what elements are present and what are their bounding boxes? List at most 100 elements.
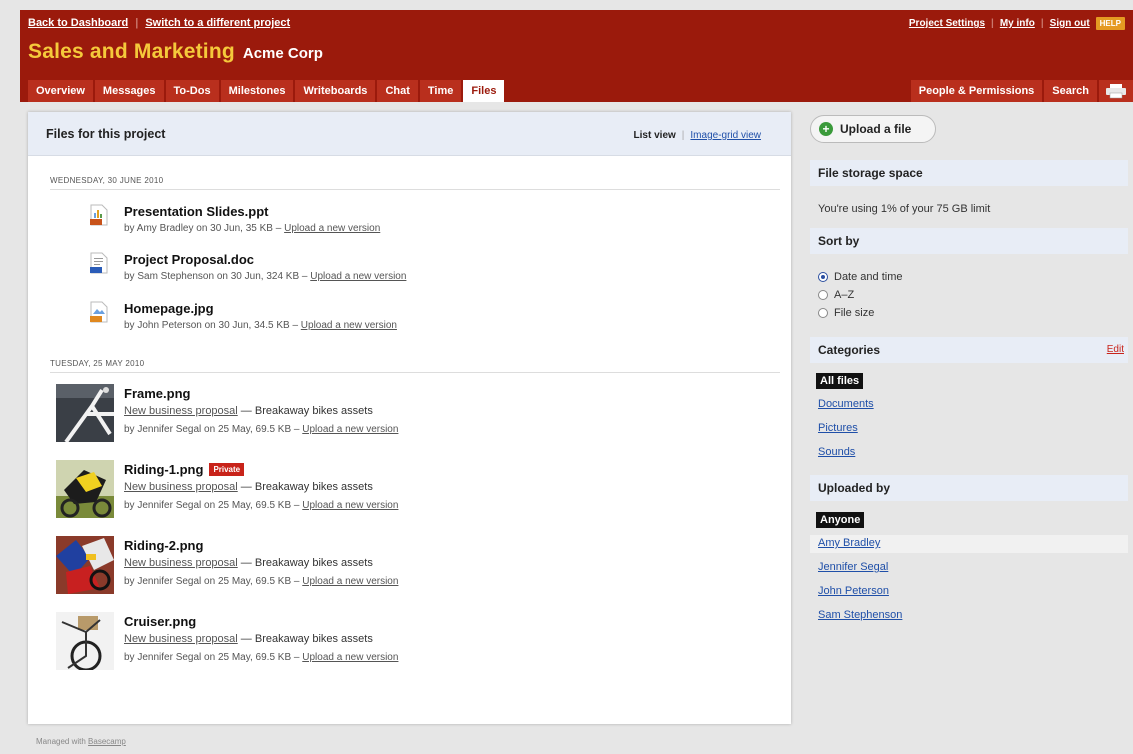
upload-file-button[interactable]: + Upload a file [810, 115, 936, 143]
file-meta: by Jennifer Segal on 25 May, 69.5 KB – U… [124, 424, 398, 435]
tab-chat[interactable]: Chat [377, 80, 418, 102]
tab-todos[interactable]: To-Dos [165, 80, 219, 102]
tab-files[interactable]: Files [463, 80, 505, 102]
tabs-right: People & Permissions Search [910, 80, 1133, 102]
upload-new-version-link[interactable]: Upload a new version [302, 500, 398, 511]
top-nav-left: Back to Dashboard | Switch to a differen… [28, 17, 290, 29]
view-switch: List view | Image-grid view [634, 130, 761, 141]
file-name-link[interactable]: Riding-2.png [124, 538, 203, 553]
tab-overview[interactable]: Overview [28, 80, 93, 102]
file-meta-text: by Jennifer Segal on 25 May, 69.5 KB – [124, 576, 300, 587]
separator: | [681, 130, 685, 141]
categories-heading: Categories Edit [810, 337, 1128, 363]
list-item: Presentation Slides.ppt by Amy Bradley o… [28, 202, 768, 242]
ppt-icon [90, 204, 108, 226]
file-name-link[interactable]: Project Proposal.doc [124, 252, 254, 267]
list-item: Frame.png New business proposal — Breaka… [28, 384, 768, 446]
radio-selected[interactable] [818, 272, 828, 282]
file-meta: by Sam Stephenson on 30 Jun, 324 KB – Up… [124, 271, 406, 282]
sort-option-size[interactable]: File size [818, 307, 874, 319]
upload-new-version-link[interactable]: Upload a new version [284, 223, 380, 234]
upload-new-version-link[interactable]: Upload a new version [302, 424, 398, 435]
category-pictures[interactable]: Pictures [818, 422, 858, 434]
footer-text: Managed with [36, 737, 86, 746]
file-list-name: — Breakaway bikes assets [240, 557, 373, 569]
upload-new-version-link[interactable]: Upload a new version [302, 576, 398, 587]
doc-icon [90, 252, 108, 274]
uploader-sam-stephenson[interactable]: Sam Stephenson [818, 609, 902, 621]
file-name-link[interactable]: Frame.png [124, 386, 190, 401]
file-list-name: — Breakaway bikes assets [240, 405, 373, 417]
date-heading: WEDNESDAY, 30 JUNE 2010 [50, 176, 780, 190]
list-item: Riding-2.png New business proposal — Bre… [28, 536, 768, 598]
files-panel: Files for this project List view | Image… [28, 112, 791, 724]
project-tabs: Overview Messages To-Dos Milestones Writ… [28, 80, 505, 102]
print-button[interactable] [1099, 80, 1133, 102]
file-thumbnail[interactable] [56, 612, 114, 670]
file-name-link[interactable]: Riding-1.png [124, 462, 203, 477]
sort-option-az[interactable]: A–Z [818, 289, 854, 301]
file-meta-text: by Jennifer Segal on 25 May, 69.5 KB – [124, 652, 300, 663]
sort-option-label: A–Z [834, 289, 855, 301]
sign-out-link[interactable]: Sign out [1050, 18, 1090, 29]
file-thumbnail[interactable] [56, 460, 114, 518]
back-to-dashboard-link[interactable]: Back to Dashboard [28, 17, 128, 29]
separator: | [135, 17, 139, 29]
categories-title: Categories [818, 343, 881, 357]
help-button[interactable]: HELP [1095, 17, 1125, 30]
top-nav-right: Project Settings | My info | Sign out HE… [909, 17, 1125, 30]
plus-icon: + [819, 122, 833, 136]
list-item: Project Proposal.doc by Sam Stephenson o… [28, 250, 768, 290]
upload-new-version-link[interactable]: Upload a new version [302, 652, 398, 663]
project-settings-link[interactable]: Project Settings [909, 18, 985, 29]
tab-time[interactable]: Time [419, 80, 462, 102]
uploader-jennifer-segal[interactable]: Jennifer Segal [818, 561, 888, 573]
list-item: Riding-1.png Private New business proposa… [28, 460, 768, 522]
category-all-files[interactable]: All files [816, 373, 864, 389]
my-info-link[interactable]: My info [1000, 18, 1035, 29]
file-meta: by Amy Bradley on 30 Jun, 35 KB – Upload… [124, 223, 380, 234]
upload-new-version-link[interactable]: Upload a new version [301, 320, 397, 331]
file-meta: by Jennifer Segal on 25 May, 69.5 KB – U… [124, 576, 398, 587]
file-thumbnail[interactable] [56, 384, 114, 442]
uploader-john-peterson[interactable]: John Peterson [818, 585, 889, 597]
tab-messages[interactable]: Messages [94, 80, 164, 102]
tab-search[interactable]: Search [1044, 80, 1097, 102]
uploader-anyone[interactable]: Anyone [816, 512, 865, 528]
tab-people-permissions[interactable]: People & Permissions [910, 80, 1043, 102]
upload-file-label: Upload a file [840, 122, 912, 136]
date-heading: TUESDAY, 25 MAY 2010 [50, 359, 780, 373]
file-name-link[interactable]: Presentation Slides.ppt [124, 204, 268, 219]
storage-heading: File storage space [810, 160, 1128, 186]
cruiser-bike-image [56, 612, 114, 670]
project-link[interactable]: New business proposal [124, 405, 238, 417]
tab-milestones[interactable]: Milestones [220, 80, 294, 102]
switch-project-link[interactable]: Switch to a different project [145, 17, 290, 29]
category-documents[interactable]: Documents [818, 398, 874, 410]
list-view-label: List view [633, 130, 676, 141]
file-project: New business proposal — Breakaway bikes … [124, 481, 373, 493]
file-name-link[interactable]: Homepage.jpg [124, 301, 214, 316]
cyclists-race-image [56, 536, 114, 594]
upload-new-version-link[interactable]: Upload a new version [310, 271, 406, 282]
file-meta: by John Peterson on 30 Jun, 34.5 KB – Up… [124, 320, 397, 331]
file-list-name: — Breakaway bikes assets [240, 633, 373, 645]
project-link[interactable]: New business proposal [124, 557, 238, 569]
radio[interactable] [818, 308, 828, 318]
file-name-link[interactable]: Cruiser.png [124, 614, 196, 629]
tab-writeboards[interactable]: Writeboards [295, 80, 376, 102]
uploaded-by-heading: Uploaded by [810, 475, 1128, 501]
uploader-amy-bradley[interactable]: Amy Bradley [818, 537, 880, 549]
project-link[interactable]: New business proposal [124, 481, 238, 493]
list-item: Cruiser.png New business proposal — Brea… [28, 612, 768, 674]
radio[interactable] [818, 290, 828, 300]
project-link[interactable]: New business proposal [124, 633, 238, 645]
category-sounds[interactable]: Sounds [818, 446, 855, 458]
image-grid-view-link[interactable]: Image-grid view [690, 130, 761, 141]
bike-frame-image [56, 384, 114, 442]
file-thumbnail[interactable] [56, 536, 114, 594]
categories-edit-link[interactable]: Edit [1107, 337, 1124, 363]
basecamp-link[interactable]: Basecamp [88, 737, 126, 746]
sort-option-date[interactable]: Date and time [818, 271, 902, 283]
header-bar: Back to Dashboard | Switch to a differen… [20, 10, 1133, 102]
